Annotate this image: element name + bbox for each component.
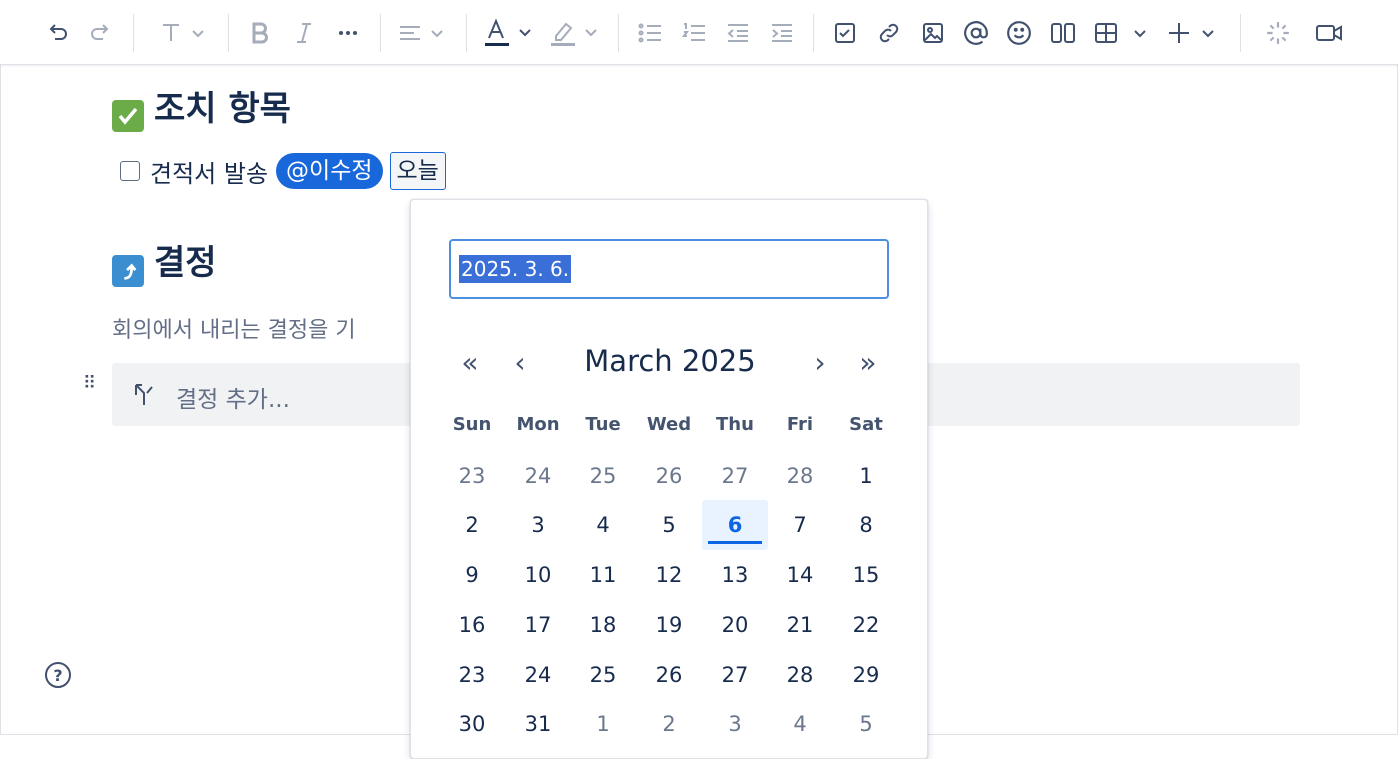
- calendar-day[interactable]: 9: [439, 550, 505, 600]
- insert-icon[interactable]: [1164, 17, 1226, 49]
- calendar-day[interactable]: 31: [505, 699, 571, 749]
- month-label: March 2025: [584, 344, 756, 378]
- calendar-day[interactable]: 15: [833, 550, 899, 600]
- calendar-day-outside[interactable]: 25: [570, 451, 636, 501]
- redo-icon[interactable]: [84, 17, 116, 49]
- calendar-day[interactable]: 18: [570, 600, 636, 650]
- weekday-header: Sat: [849, 414, 883, 435]
- calendar-day[interactable]: 7: [767, 500, 833, 550]
- action-items-heading: 조치 항목: [154, 89, 291, 129]
- undo-icon[interactable]: [42, 17, 74, 49]
- calendar-day-outside[interactable]: 2: [636, 699, 702, 749]
- calendar-day[interactable]: 26: [636, 650, 702, 700]
- weekday-header: Mon: [516, 414, 560, 435]
- task-text[interactable]: 견적서 발송: [150, 154, 268, 189]
- calendar-day-outside[interactable]: 5: [833, 699, 899, 749]
- editor-toolbar: [0, 0, 1398, 65]
- numbered-list-icon[interactable]: [678, 17, 710, 49]
- layout-icon[interactable]: [1047, 17, 1079, 49]
- decisions-description: 회의에서 내리는 결정을 기: [112, 318, 356, 343]
- calendar-day-outside[interactable]: 3: [702, 699, 768, 749]
- emoji-icon[interactable]: [1003, 17, 1035, 49]
- weekday-header: Sun: [452, 414, 492, 435]
- calendar-day[interactable]: 2: [439, 500, 505, 550]
- link-icon[interactable]: [873, 17, 905, 49]
- calendar-day[interactable]: 17: [505, 600, 571, 650]
- calendar-day[interactable]: 29: [833, 650, 899, 700]
- calendar-day[interactable]: 11: [570, 550, 636, 600]
- mention-chip[interactable]: @이수정: [276, 153, 383, 189]
- calendar-day-outside[interactable]: 24: [505, 451, 571, 501]
- calendar-day[interactable]: 25: [570, 650, 636, 700]
- calendar-day[interactable]: 6: [702, 500, 768, 550]
- calendar-day[interactable]: 21: [767, 600, 833, 650]
- video-icon[interactable]: [1312, 17, 1346, 49]
- calendar-day[interactable]: 19: [636, 600, 702, 650]
- bold-icon[interactable]: [244, 17, 276, 49]
- weekday-header: Thu: [716, 414, 754, 435]
- decision-emoji-icon: [112, 255, 144, 287]
- calendar-day-outside[interactable]: 26: [636, 451, 702, 501]
- next-month-button[interactable]: ›: [805, 344, 835, 380]
- weekday-header: Wed: [646, 414, 692, 435]
- calendar-day[interactable]: 8: [833, 500, 899, 550]
- text-color-icon[interactable]: [482, 17, 538, 49]
- calendar-day[interactable]: 27: [702, 650, 768, 700]
- mention-icon[interactable]: [960, 17, 992, 49]
- decision-placeholder[interactable]: 결정 추가...: [176, 380, 290, 414]
- drag-handle-icon[interactable]: ⠿: [83, 373, 96, 394]
- calendar-day[interactable]: 1: [833, 451, 899, 501]
- decision-icon: [130, 381, 158, 413]
- italic-icon[interactable]: [288, 17, 320, 49]
- date-input-value: 2025. 3. 6.: [459, 255, 572, 283]
- help-icon[interactable]: ?: [45, 662, 71, 688]
- calendar-day[interactable]: 13: [702, 550, 768, 600]
- calendar-day[interactable]: 10: [505, 550, 571, 600]
- image-icon[interactable]: [917, 17, 949, 49]
- calendar-day-outside[interactable]: 4: [767, 699, 833, 749]
- calendar-day[interactable]: 30: [439, 699, 505, 749]
- task-checkbox[interactable]: [120, 161, 140, 181]
- calendar-day[interactable]: 28: [767, 650, 833, 700]
- calendar-day[interactable]: 22: [833, 600, 899, 650]
- decisions-heading: 결정: [154, 243, 217, 283]
- ai-icon[interactable]: [1262, 17, 1294, 49]
- calendar-day[interactable]: 24: [505, 650, 571, 700]
- text-style-icon[interactable]: [156, 17, 212, 49]
- date-picker-popup: 2025. 3. 6. « ‹ March 2025 › » Sun Mon Tue…: [410, 199, 928, 759]
- align-icon[interactable]: [396, 17, 452, 49]
- calendar-day[interactable]: 23: [439, 650, 505, 700]
- date-chip[interactable]: 오늘: [389, 152, 446, 190]
- task-icon[interactable]: [829, 17, 861, 49]
- calendar-day-outside[interactable]: 27: [702, 451, 768, 501]
- calendar-day[interactable]: 12: [636, 550, 702, 600]
- table-icon[interactable]: [1092, 17, 1154, 49]
- outdent-icon[interactable]: [722, 17, 754, 49]
- calendar-day[interactable]: 4: [570, 500, 636, 550]
- calendar-day[interactable]: 5: [636, 500, 702, 550]
- next-year-button[interactable]: »: [853, 344, 883, 380]
- calendar-day-outside[interactable]: 28: [767, 451, 833, 501]
- checkmark-emoji-icon: [112, 100, 144, 132]
- calendar-day-outside[interactable]: 23: [439, 451, 505, 501]
- date-input[interactable]: 2025. 3. 6.: [449, 239, 889, 299]
- calendar-day-outside[interactable]: 1: [570, 699, 636, 749]
- more-icon[interactable]: [332, 17, 364, 49]
- weekday-header: Fri: [786, 414, 814, 435]
- indent-icon[interactable]: [766, 17, 798, 49]
- calendar-day[interactable]: 20: [702, 600, 768, 650]
- calendar-day[interactable]: 3: [505, 500, 571, 550]
- task-item: 견적서 발송 @이수정 오늘: [120, 150, 446, 192]
- calendar-day[interactable]: 14: [767, 550, 833, 600]
- weekday-header: Tue: [585, 414, 621, 435]
- calendar-day[interactable]: 16: [439, 600, 505, 650]
- bullet-list-icon[interactable]: [634, 17, 666, 49]
- highlight-icon[interactable]: [548, 17, 604, 49]
